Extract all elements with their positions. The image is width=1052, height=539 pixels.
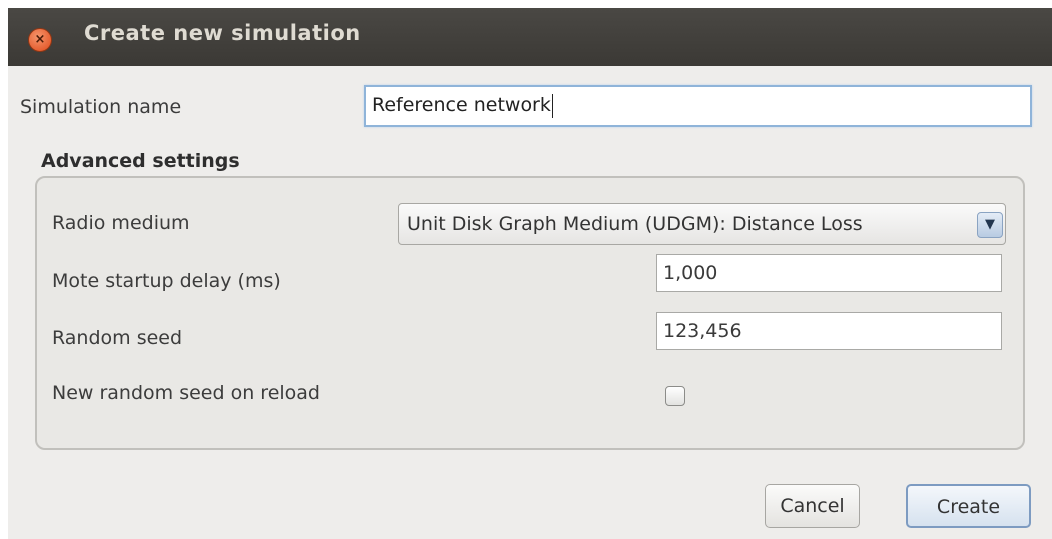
random-seed-input[interactable]: 123,456 [656,312,1002,350]
create-button[interactable]: Create [906,484,1031,528]
text-caret [551,93,553,118]
cancel-button[interactable]: Cancel [765,484,860,528]
create-simulation-dialog: × Create new simulation Simulation name … [8,8,1052,539]
mote-startup-delay-input[interactable]: 1,000 [656,254,1002,292]
dialog-title: Create new simulation [84,21,361,45]
simulation-name-input[interactable]: Reference network [364,85,1032,127]
new-random-seed-label: New random seed on reload [52,382,320,404]
simulation-name-value: Reference network [372,94,551,116]
mote-startup-delay-label: Mote startup delay (ms) [52,270,281,292]
simulation-name-label: Simulation name [20,96,182,118]
title-bar: × Create new simulation [8,8,1052,66]
random-seed-label: Random seed [52,327,183,349]
radio-medium-dropdown[interactable]: Unit Disk Graph Medium (UDGM): Distance … [398,203,1006,245]
new-random-seed-checkbox[interactable] [665,386,685,406]
chevron-down-icon[interactable]: ▼ [977,212,1003,238]
advanced-settings-title: Advanced settings [41,150,240,172]
close-icon[interactable]: × [28,28,52,52]
radio-medium-selected: Unit Disk Graph Medium (UDGM): Distance … [407,213,863,235]
radio-medium-label: Radio medium [52,212,190,234]
